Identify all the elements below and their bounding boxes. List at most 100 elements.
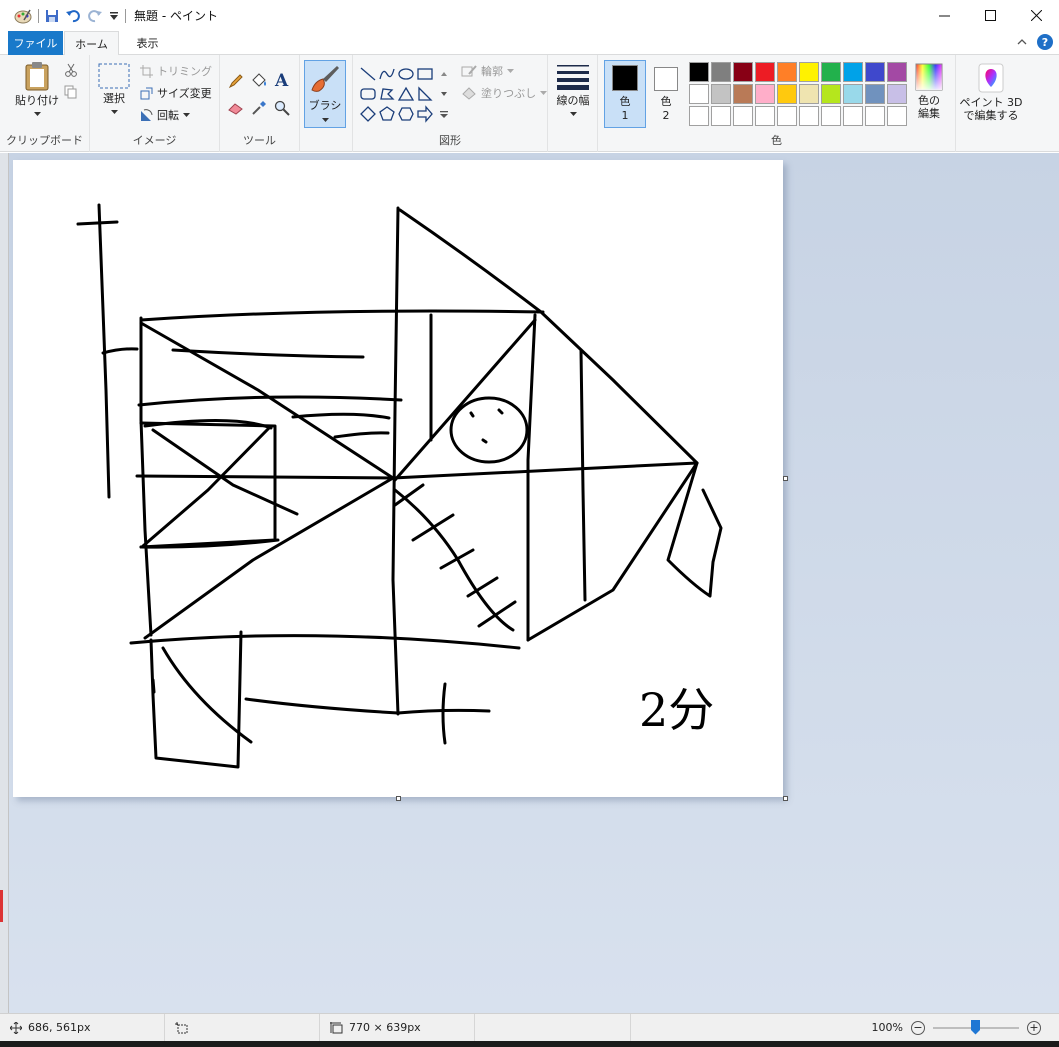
color-swatch[interactable] (865, 106, 885, 126)
status-bar: 686, 561px 770 × 639px 100% − + (0, 1013, 1059, 1047)
fill-button[interactable]: 塗りつぶし (461, 85, 548, 101)
fill-bucket-icon[interactable] (250, 72, 268, 89)
pencil-icon[interactable] (228, 73, 244, 89)
color-swatch[interactable] (755, 62, 775, 82)
color2-button[interactable]: 色 2 (650, 61, 682, 123)
paste-button[interactable]: 貼り付け (14, 61, 60, 120)
drawing-stroke (139, 309, 545, 322)
zoom-out-button[interactable]: − (911, 1020, 925, 1035)
selection-rect-icon (98, 63, 130, 89)
color-swatch[interactable] (689, 62, 709, 82)
drawing-stroke (244, 697, 491, 715)
color-swatch[interactable] (843, 62, 863, 82)
color-swatch[interactable] (843, 106, 863, 126)
minimize-icon (938, 15, 950, 17)
color-swatch[interactable] (733, 62, 753, 82)
color-swatch[interactable] (799, 106, 819, 126)
rounded-rectangle-shape-icon[interactable] (359, 85, 377, 103)
color-swatch[interactable] (887, 62, 907, 82)
scroll-up-icon[interactable] (435, 65, 453, 83)
color-swatch[interactable] (843, 84, 863, 104)
undo-icon[interactable] (65, 9, 81, 23)
paint3d-line1: ペイント 3D (959, 96, 1023, 109)
color-swatch[interactable] (777, 106, 797, 126)
pentagon-shape-icon[interactable] (378, 105, 396, 123)
eraser-icon[interactable] (228, 101, 244, 115)
color-picker-icon[interactable] (251, 100, 267, 116)
resize-handle-corner[interactable] (783, 796, 788, 801)
collapse-ribbon-icon[interactable] (1017, 38, 1027, 46)
tab-file[interactable]: ファイル (8, 31, 63, 55)
copy-icon[interactable] (64, 85, 78, 99)
color-swatch[interactable] (887, 106, 907, 126)
rectangle-shape-icon[interactable] (416, 65, 434, 83)
color-swatch[interactable] (821, 106, 841, 126)
color-swatch[interactable] (821, 62, 841, 82)
color-swatch[interactable] (711, 106, 731, 126)
color-swatch[interactable] (689, 84, 709, 104)
help-icon[interactable]: ? (1037, 34, 1053, 50)
color1-button[interactable]: 色 1 (604, 60, 646, 128)
color-swatch[interactable] (755, 84, 775, 104)
drawing-stroke (129, 634, 521, 650)
color-swatch[interactable] (733, 84, 753, 104)
color-swatch[interactable] (799, 84, 819, 104)
tab-home[interactable]: ホーム (64, 31, 119, 56)
color-swatch[interactable] (777, 62, 797, 82)
color-swatch[interactable] (865, 62, 885, 82)
color-swatch[interactable] (711, 84, 731, 104)
magnifier-icon[interactable] (274, 100, 290, 116)
color-swatch[interactable] (755, 106, 775, 126)
title-bar: 無題 - ペイント (0, 0, 1059, 31)
resize-button[interactable]: サイズ変更 (140, 85, 212, 101)
triangle-shape-icon[interactable] (397, 85, 415, 103)
color-swatch[interactable] (777, 84, 797, 104)
customize-qat-icon[interactable] (109, 11, 119, 21)
right-triangle-shape-icon[interactable] (416, 85, 434, 103)
resize-handle-bottom[interactable] (396, 796, 401, 801)
close-icon (1030, 10, 1042, 21)
line-shape-icon[interactable] (359, 65, 377, 83)
rotate-button[interactable]: 回転 (140, 107, 190, 123)
arrow-shape-icon[interactable] (416, 105, 434, 123)
color-swatch[interactable] (887, 84, 907, 104)
tab-view[interactable]: 表示 (120, 31, 175, 55)
brush-button[interactable]: ブラシ (304, 60, 346, 128)
color-swatch[interactable] (733, 106, 753, 126)
save-icon[interactable] (45, 9, 59, 23)
text-icon[interactable]: A (274, 71, 290, 89)
select-button[interactable]: 選択 (96, 63, 132, 118)
paint-app-icon[interactable] (14, 8, 32, 24)
edit-colors-button[interactable]: 色の 編集 (910, 63, 948, 120)
drawing-canvas[interactable]: 2分 (13, 160, 783, 797)
crop-icon (140, 64, 153, 78)
color-swatch[interactable] (689, 106, 709, 126)
color-swatch[interactable] (711, 62, 731, 82)
edit-with-paint3d-button[interactable]: ペイント 3D で編集する (958, 63, 1024, 122)
outline-icon (461, 65, 477, 77)
scroll-down-icon[interactable] (435, 85, 453, 103)
image-size: 770 × 639px (349, 1021, 421, 1034)
cut-icon[interactable] (64, 63, 78, 77)
minimize-button[interactable] (921, 0, 967, 31)
size-button[interactable]: 線の幅 (551, 63, 595, 120)
zoom-slider-thumb[interactable] (971, 1019, 980, 1035)
color-swatch[interactable] (865, 84, 885, 104)
zoom-in-button[interactable]: + (1027, 1020, 1041, 1035)
diamond-shape-icon[interactable] (359, 105, 377, 123)
curve-shape-icon[interactable] (378, 65, 396, 83)
maximize-button[interactable] (967, 0, 1013, 31)
crop-button[interactable]: トリミング (140, 63, 212, 79)
rotate-label: 回転 (157, 109, 179, 122)
polygon-shape-icon[interactable] (378, 85, 396, 103)
resize-handle-right[interactable] (783, 476, 788, 481)
color-swatch[interactable] (799, 62, 819, 82)
outline-button[interactable]: 輪郭 (461, 63, 514, 79)
redo-icon[interactable] (87, 9, 103, 23)
oval-shape-icon[interactable] (397, 65, 415, 83)
color-swatch[interactable] (821, 84, 841, 104)
close-button[interactable] (1013, 0, 1059, 31)
expand-gallery-icon[interactable] (435, 105, 453, 123)
hexagon-shape-icon[interactable] (397, 105, 415, 123)
zoom-slider[interactable] (933, 1019, 1019, 1035)
